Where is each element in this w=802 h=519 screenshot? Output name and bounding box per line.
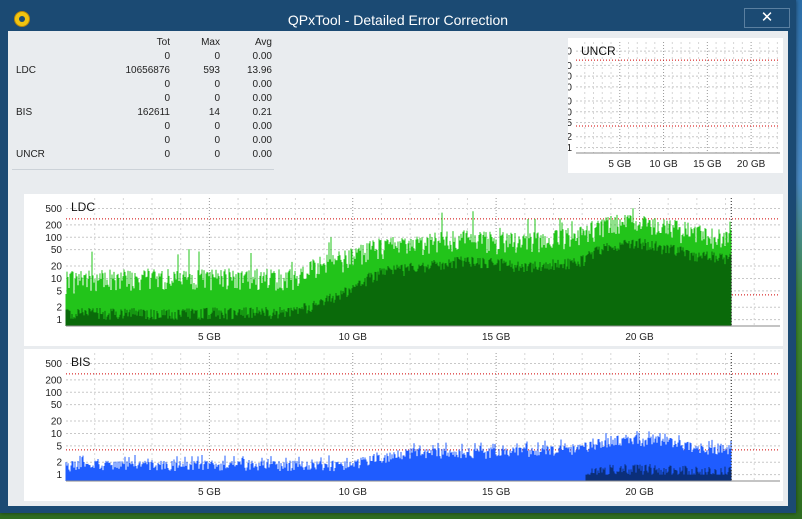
stats-tot: 0	[164, 121, 170, 132]
window-title: QPxTool - Detailed Error Correction	[287, 12, 509, 28]
x-tick-label: 10 GB	[339, 487, 368, 498]
y-tick-label: 200	[45, 220, 62, 231]
stats-max: 0	[214, 79, 220, 90]
x-tick-label: 20 GB	[625, 332, 654, 343]
x-tick-label: 15 GB	[482, 487, 511, 498]
stats-label: BIS	[16, 107, 33, 118]
y-tick-label: 5	[568, 118, 572, 129]
stats-row: BIS 162611 14 0.21	[12, 107, 274, 121]
y-tick-label: 100	[45, 388, 62, 399]
x-tick-label: 5 GB	[198, 332, 221, 343]
bis-chart: 500 200 100 50 20 10 5 2 1 5 GB 10 GB 15 GB 20 GB BIS	[24, 349, 783, 501]
stats-max: 0	[214, 51, 220, 62]
x-tick-label: 15 GB	[482, 332, 511, 343]
y-tick-label: 10	[568, 107, 572, 118]
stats-tot: Tot	[156, 37, 170, 48]
stats-header-row: Tot Max Avg	[12, 37, 274, 51]
y-tick-label: 100	[568, 72, 572, 83]
y-tick-label: 500	[45, 204, 62, 215]
stats-row: 0 0 0.00	[12, 135, 274, 149]
stats-avg: 0.00	[252, 93, 272, 104]
y-tick-label: 10	[51, 274, 63, 285]
chart-svg: 5002001005020105215 GB 10 GB 15 GB 20 GBLDC	[45, 198, 780, 343]
stats-avg: 0.00	[252, 51, 272, 62]
y-tick-label: 50	[51, 400, 63, 411]
stats-tot: 10656876	[125, 65, 171, 76]
stats-max: 593	[203, 65, 220, 76]
x-tick-label: 5 GB	[608, 159, 631, 170]
chart-svg: 5002001005020105215 GB10 GB15 GB20 GBUNC…	[568, 42, 780, 170]
stats-avg: 0.21	[252, 107, 272, 118]
stats-max: 14	[208, 107, 220, 118]
y-tick-label: 20	[51, 417, 63, 428]
y-tick-label: 1	[568, 143, 572, 154]
chart-svg: 5002001005020105215 GB 10 GB 15 GB 20 GBBIS	[45, 353, 780, 498]
stats-tot: 162611	[137, 107, 170, 118]
stats-avg: 13.96	[246, 65, 272, 76]
y-tick-label: 50	[568, 82, 572, 93]
stats-row: 0 0 0.00	[12, 93, 274, 107]
y-tick-label: 20	[568, 97, 572, 108]
stats-avg: 0.00	[252, 79, 272, 90]
stats-table: Tot Max Avg 0 0 0.00 LDC 10656876 593 13.96 0 0 0.00…	[12, 37, 274, 170]
stats-avg: 0.00	[252, 149, 272, 160]
stats-tot: 0	[164, 149, 170, 160]
chart-title: UNCR	[581, 44, 616, 58]
y-tick-label: 10	[51, 429, 63, 440]
y-tick-label: 5	[56, 441, 62, 452]
stats-avg: Avg	[254, 37, 272, 48]
y-tick-label: 200	[568, 61, 572, 72]
x-tick-label: 10 GB	[339, 332, 368, 343]
stats-max: 0	[214, 149, 220, 160]
client-area: Tot Max Avg 0 0 0.00 LDC 10656876 593 13.96 0 0 0.00…	[8, 31, 788, 506]
stats-max: 0	[214, 121, 220, 132]
stats-tot: 0	[164, 93, 170, 104]
stats-tot: 0	[164, 79, 170, 90]
stats-row: 0 0 0.00	[12, 79, 274, 93]
stats-row: 0 0 0.00	[12, 51, 274, 65]
uncr-chart: 5002001005020105215 GB10 GB15 GB20 GBUNC…	[568, 38, 783, 173]
y-tick-label: 500	[568, 47, 572, 58]
stats-max: Max	[201, 37, 220, 48]
chart-title: LDC	[71, 200, 95, 214]
y-tick-label: 50	[51, 245, 63, 256]
x-tick-label: 20 GB	[737, 159, 766, 170]
y-tick-label: 1	[56, 315, 62, 326]
stats-avg: 0.00	[252, 135, 272, 146]
stats-row: LDC 10656876 593 13.96	[12, 65, 274, 79]
y-tick-label: 20	[51, 262, 63, 273]
stats-max: 0	[214, 135, 220, 146]
ldc-chart: 500 200 100 50 20 10 5 2 1 5 GB 10 GB 15 GB 20 GB LDC	[24, 194, 783, 346]
close-button[interactable]: ✕	[744, 8, 790, 28]
app-window: QPxTool - Detailed Error Correction ✕ To…	[0, 0, 796, 513]
y-tick-label: 200	[45, 375, 62, 386]
stats-avg: 0.00	[252, 121, 272, 132]
y-tick-label: 1	[56, 470, 62, 481]
stats-max: 0	[214, 93, 220, 104]
y-tick-label: 2	[56, 458, 62, 469]
x-tick-label: 5 GB	[198, 487, 221, 498]
y-tick-label: 100	[45, 233, 62, 244]
stats-row: UNCR 0 0 0.00	[12, 149, 274, 163]
stats-row: 0 0 0.00	[12, 121, 274, 135]
y-tick-label: 2	[56, 303, 62, 314]
y-tick-label: 5	[56, 286, 62, 297]
y-tick-label: 500	[45, 359, 62, 370]
x-tick-label: 20 GB	[625, 487, 654, 498]
x-tick-label: 15 GB	[693, 159, 722, 170]
stats-label: UNCR	[16, 149, 45, 160]
stats-tot: 0	[164, 51, 170, 62]
stats-label: LDC	[16, 65, 37, 76]
y-tick-label: 2	[568, 132, 572, 143]
stats-tot: 0	[164, 135, 170, 146]
x-tick-label: 10 GB	[649, 159, 678, 170]
chart-title: BIS	[71, 355, 90, 369]
